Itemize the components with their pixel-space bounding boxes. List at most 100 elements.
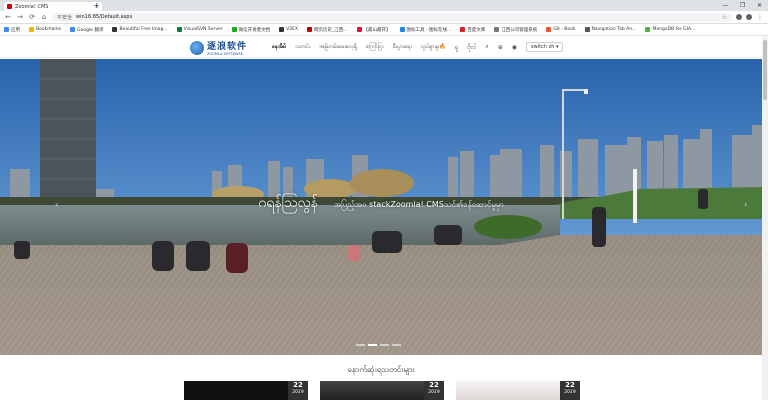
globe-icon[interactable]: ⊕: [498, 44, 503, 51]
bookmark-favicon-icon: [546, 27, 552, 32]
tab-title: Zoomla! CMS: [15, 3, 49, 10]
menu-extra-icon[interactable]: ရှ: [455, 43, 458, 52]
minimize-button[interactable]: —: [717, 0, 734, 11]
url-input[interactable]: 不安全 win16:85/Default.aspx ☆: [52, 12, 732, 22]
bookmark-label: 网页历史_江西...: [313, 27, 348, 33]
bookmark-item[interactable]: Beautiful Free Imag...: [112, 27, 168, 32]
browser-tab[interactable]: Zoomla! CMS ×: [4, 2, 102, 11]
bookmark-star-icon[interactable]: ☆: [722, 14, 727, 21]
news-day: 22: [565, 381, 575, 389]
bookmark-item[interactable]: 网页历史_江西...: [306, 27, 348, 33]
window-controls: — ❐ ✕: [717, 0, 768, 11]
extension-icon[interactable]: [736, 14, 742, 20]
bookmark-label: VisualSVN Server: [183, 27, 223, 32]
bookmark-label: 应用: [11, 27, 20, 33]
bookmark-label: 微信开发者文档: [238, 27, 271, 33]
bookmark-item[interactable]: 【最山最开】: [356, 27, 391, 33]
bookmark-favicon-icon: [399, 27, 405, 32]
bookmark-label: MongoDB for GIA...: [652, 27, 696, 32]
bookmarks-bar: 应用 Bookmarks Google 翻译 Beautiful Free Imag.…: [0, 24, 768, 36]
news-date-badge: 22 2019: [560, 381, 580, 400]
menu-item-business[interactable]: စီးပွားရေး: [393, 43, 412, 51]
logo-globe-icon: [190, 40, 204, 55]
latest-news-heading: နောက်ဆုံးရသတင်းများ: [347, 365, 415, 374]
news-card[interactable]: 22 2019: [184, 381, 308, 400]
hero-caption: ဂရန်သြလွန် အပြည့်အဝ stackZoomla! CMSသင်၏…: [0, 193, 762, 214]
bookmark-favicon-icon: [29, 27, 34, 32]
maximize-button[interactable]: ❐: [734, 0, 751, 11]
browser-tab-strip: Zoomla! CMS × + — ❐ ✕: [0, 0, 768, 11]
news-day: 22: [429, 381, 439, 389]
news-card[interactable]: 22 2019: [320, 381, 444, 400]
bookmark-favicon-icon: [460, 27, 466, 32]
scrollbar-thumb[interactable]: [763, 40, 767, 100]
site-header: 逐浪软件 ZOOMLA SOFTWARE နေအိမ် သတင်း အမြဲတမ…: [0, 36, 768, 58]
url-text: win16:85/Default.aspx: [76, 14, 133, 20]
news-cards: 22 2019 22 2019 22 2019: [184, 381, 580, 400]
bookmark-label: Google 翻译: [77, 27, 104, 33]
reload-button[interactable]: ⟳: [28, 13, 36, 21]
bookmark-item[interactable]: 图标工具 - 图标在线...: [399, 27, 452, 33]
home-button[interactable]: ⌂: [40, 13, 48, 21]
news-date-badge: 22 2019: [424, 381, 444, 400]
logo-text: 逐浪软件: [207, 42, 248, 52]
bookmark-favicon-icon: [279, 27, 285, 32]
menu-extra2-icon[interactable]: ဗိုလ်: [467, 43, 476, 52]
bookmark-item[interactable]: Google 翻译: [70, 27, 103, 33]
forward-button[interactable]: →: [16, 13, 24, 21]
profile-avatar-icon[interactable]: [746, 14, 752, 20]
menu-item-home[interactable]: နေအိမ်: [272, 43, 286, 51]
bookmark-label: 【最山最开】: [363, 27, 391, 33]
new-tab-button[interactable]: +: [93, 1, 100, 10]
bookmark-item[interactable]: V2EX: [279, 27, 298, 32]
menu-item-faq[interactable]: အမြဲတမ်းမေးလေ့ရှိ: [319, 43, 357, 51]
menu-item-activity[interactable]: လှုပ်ရှားမှု🔥: [421, 43, 446, 51]
bookmark-label: Git - Book: [553, 27, 576, 32]
bookmark-favicon-icon: [70, 27, 76, 32]
slide-indicators: [356, 344, 401, 346]
bookmark-favicon-icon: [584, 27, 590, 32]
close-window-button[interactable]: ✕: [751, 0, 768, 11]
bookmark-item[interactable]: 应用: [4, 27, 20, 33]
bookmark-item[interactable]: MongoDB for GIA...: [645, 27, 695, 32]
bookmark-item[interactable]: Bookmarks: [29, 27, 61, 32]
bookmark-favicon-icon: [356, 27, 362, 32]
bookmark-item[interactable]: Navigation Tab An...: [584, 27, 637, 32]
news-year: 2019: [292, 390, 304, 395]
slide-dot[interactable]: [392, 344, 401, 346]
bookmark-label: V2EX: [286, 27, 298, 32]
user-icon[interactable]: ◉: [512, 44, 517, 51]
bookmark-item[interactable]: 百度文库: [460, 27, 485, 33]
bookmark-label: 图标工具 - 图标在线...: [406, 27, 452, 33]
bookmark-item[interactable]: 微信开发者文档: [231, 27, 271, 33]
hot-flame-icon: 🔥: [439, 44, 446, 50]
browser-menu-icon[interactable]: ⋮: [756, 13, 764, 21]
bookmark-item[interactable]: VisualSVN Server: [176, 27, 223, 32]
menu-item-news[interactable]: သတင်း: [295, 43, 310, 51]
bookmark-favicon-icon: [4, 27, 9, 32]
site-logo[interactable]: 逐浪软件 ZOOMLA SOFTWARE: [190, 39, 247, 56]
language-switch[interactable]: switch zh ▾: [526, 42, 564, 52]
search-icon[interactable]: ⌕: [485, 43, 488, 51]
news-day: 22: [293, 381, 303, 389]
menu-item-ads[interactable]: ကြော်ငြာ: [366, 43, 384, 51]
bookmark-item[interactable]: 江西公司管理系统: [494, 27, 537, 33]
slide-dot[interactable]: [380, 344, 389, 346]
slide-dot[interactable]: [356, 344, 365, 346]
page-scrollbar[interactable]: [762, 36, 768, 400]
bookmark-item[interactable]: Git - Book: [546, 27, 576, 32]
bookmark-label: Navigation Tab An...: [591, 27, 637, 32]
bookmark-favicon-icon: [494, 27, 500, 32]
hero-caption-title: ဂရန်သြလွန်: [258, 195, 318, 211]
security-label[interactable]: 不安全: [57, 14, 72, 21]
news-card[interactable]: 22 2019: [456, 381, 580, 400]
news-date-badge: 22 2019: [288, 381, 308, 400]
back-button[interactable]: ←: [4, 13, 12, 21]
main-menu: နေအိမ် သတင်း အမြဲတမ်းမေးလေ့ရှိ ကြော်ငြာ …: [272, 42, 564, 52]
bookmark-favicon-icon: [645, 27, 651, 32]
news-year: 2019: [428, 390, 440, 395]
news-year: 2019: [564, 390, 576, 395]
bookmark-favicon-icon: [306, 27, 312, 32]
slide-dot[interactable]: [368, 344, 377, 346]
bookmark-favicon-icon: [231, 27, 237, 32]
